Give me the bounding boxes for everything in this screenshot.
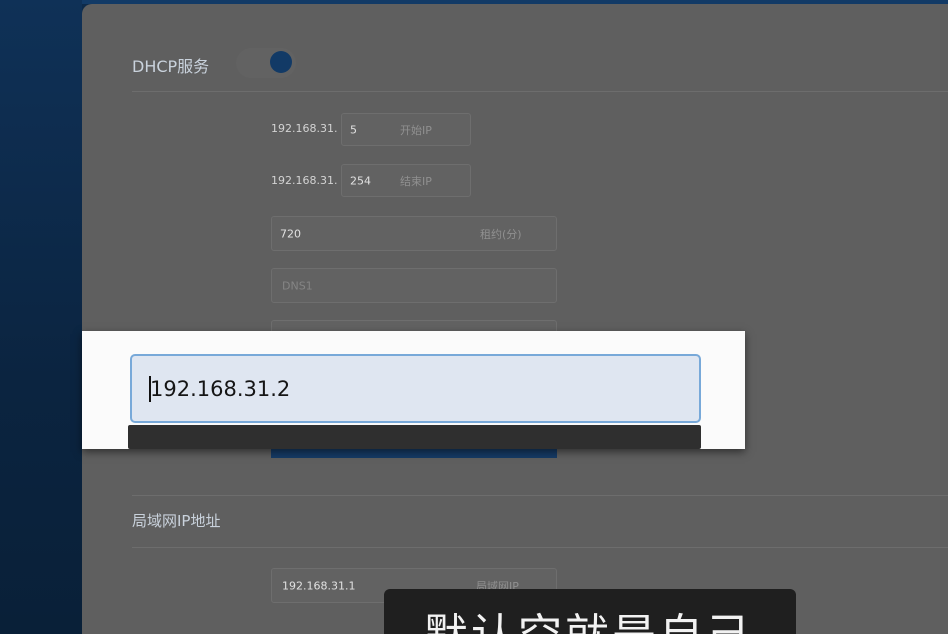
dns1-field[interactable]: DNS1 [271,268,557,303]
background-left [0,0,82,634]
text-caret [149,376,151,402]
zoomed-dns2-input[interactable]: 192.168.31.2 [130,354,701,423]
subtitle-text: 默认空就是自己 [424,599,753,634]
subtitle-box: 默认空就是自己 [384,589,796,634]
start-ip-value: 5 [350,123,357,136]
lan-section-title: 局域网IP地址 [132,512,221,530]
end-ip-label: 结束IP [400,174,432,188]
dhcp-toggle-knob[interactable] [270,51,292,73]
save-button[interactable] [271,448,557,458]
zoomed-input-value: 192.168.31.2 [150,376,291,401]
popup-dark-strip [128,425,701,449]
lan-ip-value: 192.168.31.1 [282,579,356,592]
dns1-placeholder: DNS1 [282,279,313,292]
start-ip-field[interactable]: 5 开始IP [341,113,471,146]
section-divider [132,91,948,92]
lease-field[interactable]: 720 租约(分) [271,216,557,251]
settings-panel [82,4,948,634]
start-ip-prefix: 192.168.31. [271,122,338,135]
end-ip-field[interactable]: 254 结束IP [341,164,471,197]
dhcp-section-title: DHCP服务 [132,57,210,76]
end-ip-value: 254 [350,174,371,187]
end-ip-prefix: 192.168.31. [271,174,338,187]
section-divider [132,547,948,548]
section-divider [132,495,948,496]
lease-value: 720 [280,227,301,240]
start-ip-label: 开始IP [400,123,432,137]
lease-label: 租约(分) [480,227,522,241]
